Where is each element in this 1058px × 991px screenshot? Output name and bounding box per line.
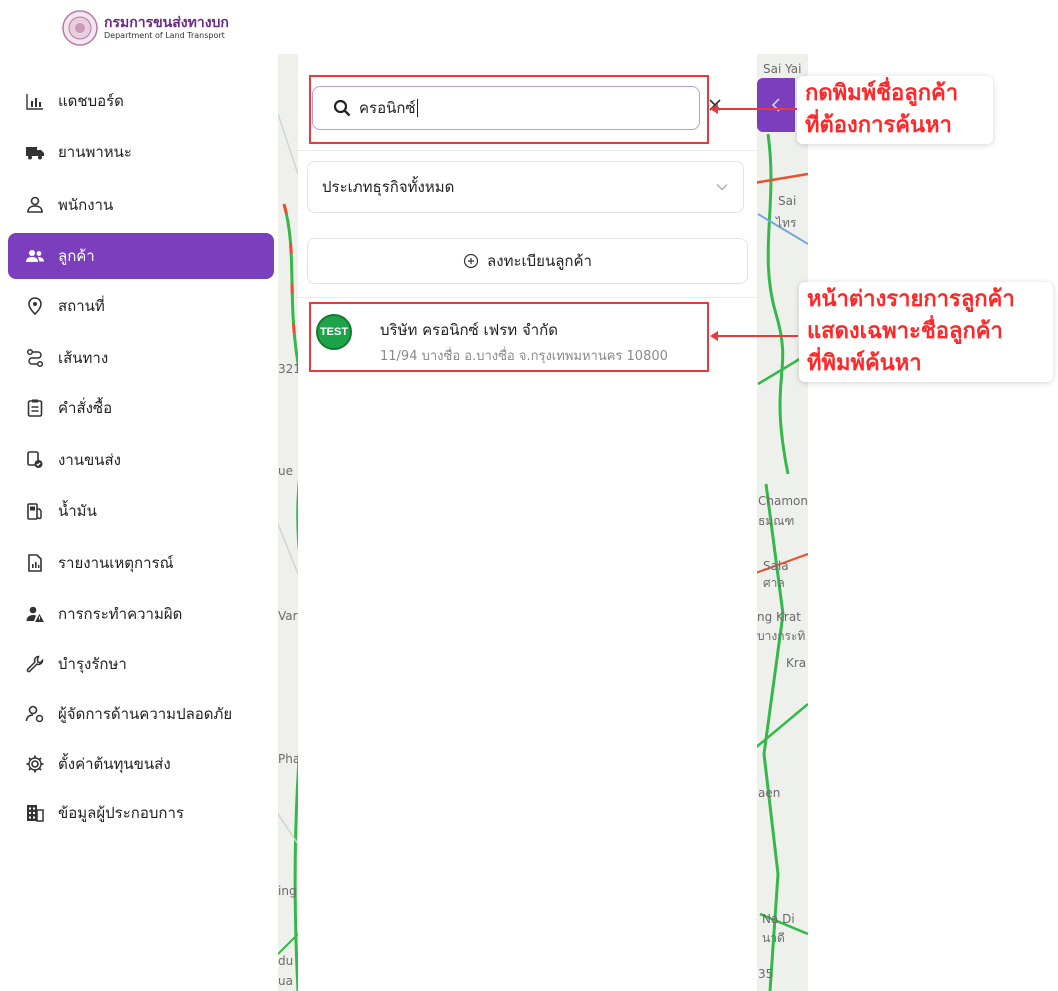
result-annotation-line1: หน้าต่างรายการลูกค้า — [807, 287, 1015, 312]
map-label: Sala — [763, 559, 789, 573]
divider — [298, 297, 757, 298]
org-name-en: Department of Land Transport — [104, 31, 225, 40]
sidebar-item-label: น้ำมัน — [58, 502, 97, 520]
map-label: Pha — [278, 752, 301, 766]
users-icon — [24, 245, 46, 267]
result-annotation: หน้าต่างรายการลูกค้า แสดงเฉพาะชื่อลูกค้า… — [799, 282, 1053, 382]
gear-icon — [24, 753, 46, 775]
result-arrow-line — [712, 335, 798, 337]
safety-manager-icon — [24, 703, 46, 725]
map-label: Var — [278, 609, 298, 623]
map-label: ธมณฑ — [758, 514, 795, 528]
sidebar-item-label: พนักงาน — [58, 196, 114, 214]
search-arrow-line — [712, 108, 798, 110]
sidebar-item-label: การกระทำความผิด — [58, 605, 183, 623]
chevron-down-icon — [716, 184, 728, 191]
arrow-left-icon — [710, 104, 718, 114]
wrench-icon — [24, 653, 46, 675]
sidebar-item-label: ลูกค้า — [58, 247, 95, 265]
map-label: ไทร — [776, 216, 797, 230]
report-icon — [24, 552, 46, 574]
sidebar-item-label: ข้อมูลผู้ประกอบการ — [58, 804, 184, 822]
arrow-left-icon — [710, 331, 718, 341]
sidebar-item-maintenance[interactable]: บำรุงรักษา — [8, 641, 274, 687]
register-customer-button[interactable]: ลงทะเบียนลูกค้า — [307, 238, 748, 284]
map-label: du — [278, 954, 294, 968]
map-label: Sai Yai — [763, 62, 802, 76]
sidebar-item-routes[interactable]: เส้นทาง — [8, 335, 274, 381]
search-highlight-box — [309, 75, 709, 144]
person-icon — [24, 194, 46, 216]
sidebar-item-label: บำรุงรักษา — [58, 655, 127, 673]
sidebar-item-orders[interactable]: คำสั่งซื้อ — [8, 385, 274, 431]
divider — [298, 150, 757, 151]
map-label: นาดี — [762, 931, 785, 945]
plus-circle-icon — [463, 253, 479, 269]
dashboard-bar-chart-icon — [24, 90, 46, 112]
map-label: Chamon — [758, 494, 808, 508]
sidebar-item-label: สถานที่ — [58, 297, 105, 315]
customer-search-panel: ครอนิกซ์ ประเภทธุรกิจทั้งหมด ลงทะเบียนลู… — [298, 54, 757, 991]
building-icon — [24, 802, 46, 824]
search-annotation-line2: ที่ต้องการค้นหา — [805, 113, 952, 138]
search-annotation: กดพิมพ์ชื่อลูกค้า ที่ต้องการค้นหา — [797, 76, 993, 144]
map-label: ศาล — [763, 576, 785, 590]
sidebar-item-label: ยานพาหนะ — [58, 143, 132, 161]
sidebar-item-safety-manager[interactable]: ผู้จัดการด้านความปลอดภัย — [8, 691, 274, 737]
register-customer-label: ลงทะเบียนลูกค้า — [487, 252, 592, 270]
clipboard-icon — [24, 397, 46, 419]
sidebar-item-label: เส้นทาง — [58, 349, 109, 367]
sidebar-item-label: งานขนส่ง — [58, 451, 121, 469]
route-icon — [24, 347, 46, 369]
panel-collapse-button[interactable] — [757, 78, 795, 132]
sidebar-item-label: ผู้จัดการด้านความปลอดภัย — [58, 705, 233, 723]
map-label: 35 — [758, 967, 774, 981]
dlt-seal-icon — [62, 10, 98, 46]
map-label: ue — [278, 464, 293, 478]
sidebar-item-label: แดชบอร์ด — [58, 92, 124, 110]
map-label: Kra — [786, 656, 807, 670]
result-highlight-box — [309, 302, 709, 372]
sidebar-item-vehicles[interactable]: ยานพาหนะ — [8, 129, 274, 175]
sidebar-item-label: รายงานเหตุการณ์ — [58, 554, 174, 572]
business-type-select[interactable]: ประเภทธุรกิจทั้งหมด — [307, 161, 744, 213]
sidebar-item-places[interactable]: สถานที่ — [8, 283, 274, 329]
sidebar-item-incident-report[interactable]: รายงานเหตุการณ์ — [8, 540, 274, 586]
sidebar-item-employees[interactable]: พนักงาน — [8, 182, 274, 228]
violation-user-icon — [24, 603, 46, 625]
sidebar-item-fuel[interactable]: น้ำมัน — [8, 488, 274, 534]
sidebar-item-violations[interactable]: การกระทำความผิด — [8, 591, 274, 637]
map-label: Na Di — [762, 912, 795, 926]
search-annotation-line1: กดพิมพ์ชื่อลูกค้า — [805, 81, 959, 106]
map-label: บางกระทิ — [757, 629, 806, 643]
map-label: Sai — [778, 194, 797, 208]
sidebar-item-customers[interactable]: ลูกค้า — [8, 233, 274, 279]
business-type-select-value: ประเภทธุรกิจทั้งหมด — [322, 178, 455, 196]
result-annotation-line3: ที่พิมพ์ค้นหา — [807, 351, 922, 376]
sidebar-item-shipping-cost-settings[interactable]: ตั้งค่าต้นทุนขนส่ง — [8, 741, 274, 787]
sidebar-item-label: คำสั่งซื้อ — [58, 399, 113, 417]
org-logo[interactable]: กรมการขนส่งทางบก Department of Land Tran… — [62, 10, 312, 50]
fuel-pump-icon — [24, 500, 46, 522]
location-pin-icon — [24, 295, 46, 317]
chevron-left-icon — [771, 98, 780, 112]
sidebar-item-shipping-jobs[interactable]: งานขนส่ง — [8, 437, 274, 483]
map-label: ing — [278, 884, 297, 898]
sidebar-item-label: ตั้งค่าต้นทุนขนส่ง — [58, 755, 171, 773]
map-label: ua — [278, 974, 293, 988]
map-label: aen — [758, 786, 781, 800]
map-label: ng Krat — [757, 610, 801, 624]
sidebar-item-operator-info[interactable]: ข้อมูลผู้ประกอบการ — [8, 790, 274, 836]
delivery-job-icon — [24, 449, 46, 471]
sidebar-item-dashboard[interactable]: แดชบอร์ด — [8, 78, 274, 124]
truck-icon — [24, 141, 46, 163]
result-annotation-line2: แสดงเฉพาะชื่อลูกค้า — [807, 319, 1003, 344]
